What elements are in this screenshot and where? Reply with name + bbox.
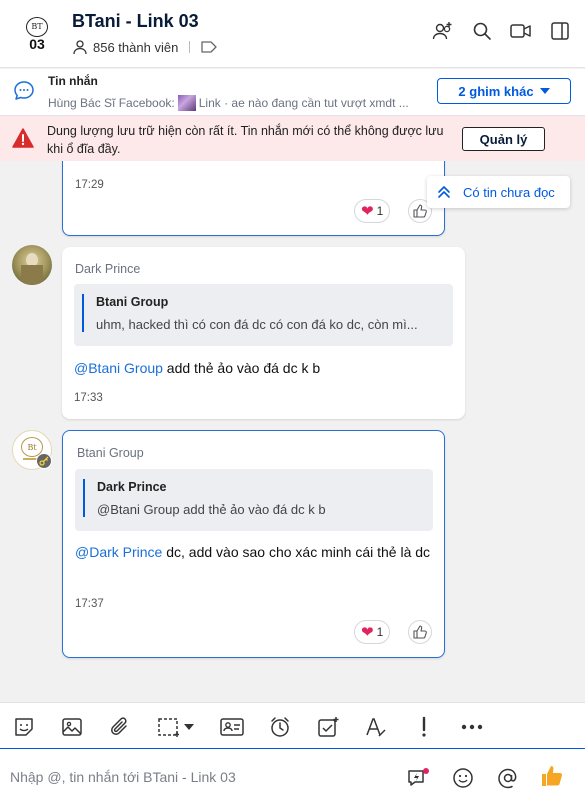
- reaction-badge[interactable]: ❤ 1: [354, 620, 391, 644]
- unread-messages-button[interactable]: Có tin chưa đọc: [427, 176, 570, 208]
- more-options-icon[interactable]: [460, 715, 484, 739]
- more-pins-label: 2 ghim khác: [458, 83, 534, 99]
- pinned-preview: Hùng Bác Sĩ Facebook: Link · ae nào đang…: [48, 95, 418, 111]
- thumbs-up-send-icon[interactable]: [539, 763, 565, 789]
- screenshot-options-caret-icon[interactable]: [182, 715, 196, 739]
- message-time: 17:37: [75, 598, 104, 610]
- heart-icon: ❤: [361, 624, 374, 641]
- message-body: dc, add vào sao cho xác minh cái thẻ là …: [162, 544, 431, 560]
- message-text: @Dark Prince dc, add vào sao cho xác min…: [75, 541, 435, 563]
- avatar-monogram: BT: [26, 16, 48, 37]
- pinned-sender: Hùng Bác Sĩ Facebook:: [48, 96, 175, 110]
- heart-icon: ❤: [361, 203, 374, 220]
- sidebar-toggle-icon[interactable]: [549, 20, 571, 42]
- double-chevron-up-icon: [438, 186, 450, 198]
- manage-storage-button[interactable]: Quản lý: [462, 127, 545, 151]
- message-body: add thẻ ảo vào đá dc k b: [162, 360, 321, 376]
- key-icon: [39, 456, 49, 466]
- add-member-icon[interactable]: [432, 20, 454, 42]
- quote-text: uhm, hacked thì có con đá dc có con đá k…: [96, 317, 418, 332]
- member-count: 856 thành viên: [93, 39, 179, 55]
- quote-sender: Btani Group: [96, 295, 169, 309]
- reaction-badge[interactable]: ❤ 1: [354, 199, 391, 223]
- thumbs-up-icon: [413, 204, 427, 218]
- message-time: 17:33: [74, 392, 103, 404]
- member-info[interactable]: 856 thành viên: [72, 39, 217, 55]
- warning-icon: [12, 128, 34, 153]
- link-thumbnail: [177, 95, 196, 111]
- quote-text: @Btani Group add thẻ ảo vào đá dc k b: [97, 502, 326, 517]
- quote-sender: Dark Prince: [97, 480, 167, 494]
- message-time: 17:29: [75, 179, 104, 191]
- sender-avatar[interactable]: [12, 245, 52, 285]
- quick-message-icon[interactable]: [406, 766, 430, 790]
- message-list[interactable]: 17:29 ❤ 1 Dark Prince Btani Group uhm, h…: [0, 161, 585, 702]
- todo-task-icon[interactable]: [316, 715, 340, 739]
- chat-header: BT 03 BTani - Link 03 856 thành viên: [0, 0, 585, 68]
- person-icon: [73, 40, 87, 55]
- mention-link[interactable]: @Dark Prince: [75, 544, 162, 560]
- group-avatar[interactable]: BT 03: [18, 14, 56, 54]
- contact-card-icon[interactable]: [220, 715, 244, 739]
- mention-link[interactable]: @Btani Group: [74, 360, 163, 376]
- message-input[interactable]: [10, 765, 390, 789]
- urgent-icon[interactable]: [412, 715, 436, 739]
- quoted-message[interactable]: Btani Group uhm, hacked thì có con đá dc…: [74, 284, 453, 346]
- video-call-icon[interactable]: [510, 20, 532, 42]
- key-badge: [36, 453, 52, 469]
- avatar-number: 03: [29, 35, 45, 52]
- quote-bar: [82, 294, 84, 332]
- attachment-icon[interactable]: [108, 715, 132, 739]
- message-bubble[interactable]: Dark Prince Btani Group uhm, hacked thì …: [62, 247, 465, 419]
- message-composer: [0, 748, 585, 803]
- screenshot-icon[interactable]: [156, 715, 180, 739]
- sticker-icon[interactable]: [12, 715, 36, 739]
- tag-icon[interactable]: [201, 41, 217, 53]
- caret-down-icon: [539, 88, 550, 94]
- image-icon[interactable]: [60, 715, 84, 739]
- chat-title[interactable]: BTani - Link 03: [72, 11, 199, 32]
- quoted-message[interactable]: Dark Prince @Btani Group add thẻ ảo vào …: [75, 469, 433, 531]
- thumbs-up-icon: [413, 625, 427, 639]
- reminder-clock-icon[interactable]: [268, 715, 292, 739]
- pinned-text: Link · ae nào đang cần tut vượt xmdt ...: [198, 96, 409, 110]
- quote-bar: [83, 479, 85, 517]
- sender-name: Dark Prince: [75, 262, 141, 276]
- reaction-count: 1: [376, 204, 384, 218]
- search-icon[interactable]: [471, 20, 493, 42]
- unread-label: Có tin chưa đọc: [463, 184, 555, 200]
- text-format-icon[interactable]: [364, 715, 388, 739]
- warning-text: Dung lượng lưu trữ hiện còn rất ít. Tin …: [47, 124, 444, 156]
- more-pins-button[interactable]: 2 ghim khác: [437, 78, 571, 104]
- sender-name: Btani Group: [77, 446, 144, 460]
- chat-bubble-icon: [13, 80, 35, 107]
- pinned-title: Tin nhắn: [48, 74, 98, 88]
- reaction-count: 1: [376, 625, 384, 639]
- message-bubble[interactable]: 17:29: [62, 161, 445, 236]
- message-text: @Btani Group add thẻ ảo vào đá dc k b: [74, 357, 454, 379]
- divider: [189, 41, 191, 53]
- composer-toolbar: [0, 702, 585, 748]
- like-button[interactable]: [408, 620, 432, 644]
- emoji-icon[interactable]: [451, 766, 475, 790]
- mention-icon[interactable]: [496, 766, 520, 790]
